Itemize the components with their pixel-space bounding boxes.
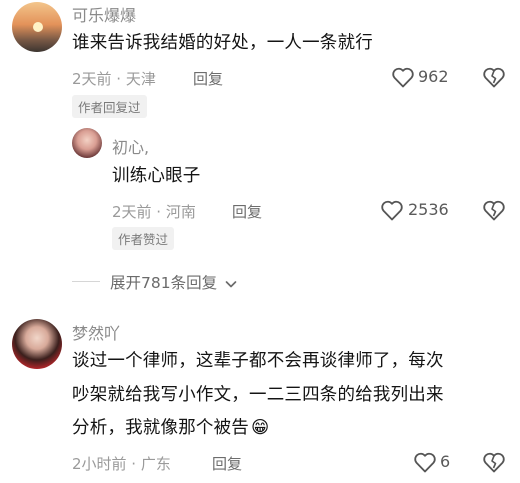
comment-username[interactable]: 梦然吖 bbox=[72, 320, 120, 344]
chevron-down-icon bbox=[224, 277, 238, 291]
comment-username[interactable]: 可乐爆爆 bbox=[72, 2, 136, 26]
reply-username[interactable]: 初心, bbox=[112, 134, 149, 158]
avatar[interactable] bbox=[72, 128, 102, 158]
reply-meta: 2天前 · 河南 bbox=[112, 203, 196, 221]
author-liked-badge: 作者赞过 bbox=[112, 227, 175, 250]
avatar[interactable] bbox=[12, 319, 62, 369]
broken-heart-icon[interactable] bbox=[482, 451, 506, 473]
like-count: 962 bbox=[418, 67, 449, 86]
comment-meta: 2天前 · 天津 bbox=[72, 70, 156, 88]
comment-text-last: 分析，我就像那个被告 😁 bbox=[72, 414, 269, 443]
grin-emoji-icon: 😁 bbox=[251, 418, 270, 438]
like-count: 2536 bbox=[408, 200, 449, 219]
broken-heart-icon[interactable] bbox=[482, 199, 506, 221]
reply-button[interactable]: 回复 bbox=[212, 453, 242, 474]
reply-text: 训练心眼子 bbox=[112, 166, 201, 186]
heart-icon bbox=[391, 66, 415, 88]
comment-meta: 2小时前 · 广东 bbox=[72, 455, 171, 473]
comment-text-line: 谈过一个律师，这辈子都不会再谈律师了，每次 bbox=[72, 351, 444, 371]
expand-replies-button[interactable]: 展开781条回复 bbox=[110, 271, 238, 293]
avatar[interactable] bbox=[12, 2, 62, 52]
comment-text-line: 分析，我就像那个被告 bbox=[72, 418, 249, 438]
like-button[interactable]: 6 bbox=[413, 449, 463, 477]
reply-button[interactable]: 回复 bbox=[232, 201, 262, 222]
expand-divider bbox=[72, 281, 100, 282]
heart-icon bbox=[413, 451, 437, 473]
heart-icon bbox=[380, 199, 404, 221]
like-count: 6 bbox=[440, 452, 451, 471]
author-replied-badge: 作者回复过 bbox=[72, 95, 147, 118]
like-button[interactable]: 962 bbox=[389, 64, 461, 92]
comment-text: 谁来告诉我结婚的好处，一人一条就行 bbox=[72, 33, 373, 53]
reply-button[interactable]: 回复 bbox=[193, 68, 223, 89]
comment-text-line: 吵架就给我写小作文，一二三四条的给我列出来 bbox=[72, 385, 444, 405]
like-button[interactable]: 2536 bbox=[380, 197, 460, 225]
broken-heart-icon[interactable] bbox=[482, 66, 506, 88]
expand-replies-label: 展开781条回复 bbox=[110, 274, 218, 292]
